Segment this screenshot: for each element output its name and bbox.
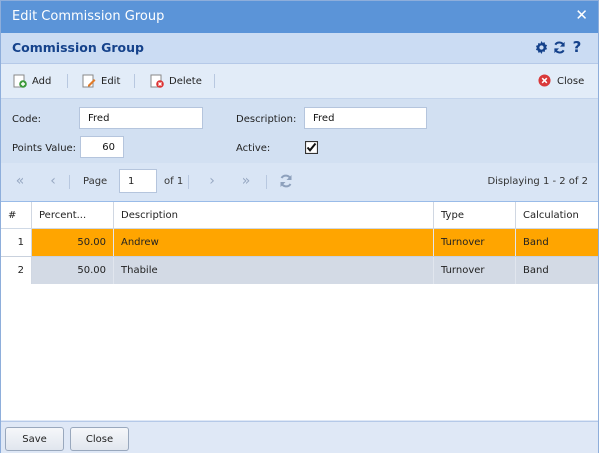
type-cell: Turnover: [434, 229, 516, 256]
column-header-calculation[interactable]: Calculation: [516, 202, 598, 228]
points-value-field[interactable]: 60: [80, 136, 124, 158]
window-title: Edit Commission Group: [12, 9, 165, 24]
panel-tools: ?: [534, 38, 584, 56]
first-page-icon[interactable]: «: [13, 174, 27, 188]
toolbar-separator: [214, 74, 215, 88]
edit-icon: [82, 74, 96, 88]
panel-header: Commission Group ?: [1, 33, 598, 64]
code-label: Code:: [12, 114, 41, 125]
add-button[interactable]: Add: [13, 73, 51, 89]
window-titlebar: Edit Commission Group ✕: [1, 1, 598, 33]
add-label: Add: [32, 75, 52, 87]
commission-group-form: Code: Fred Description: Fred Points Valu…: [1, 99, 598, 163]
edit-label: Edit: [101, 75, 121, 87]
close-button[interactable]: Close: [538, 73, 584, 89]
column-header-number[interactable]: #: [1, 202, 32, 228]
row-number: 2: [1, 257, 32, 284]
paging-toolbar: « ‹ Page 1 of 1 › » Displaying 1 - 2 of …: [1, 163, 598, 202]
column-header-description[interactable]: Description: [114, 202, 434, 228]
footer-close-button[interactable]: Close: [70, 427, 129, 451]
close-label: Close: [557, 75, 585, 87]
points-value-label: Points Value:: [12, 143, 77, 154]
description-cell: Andrew: [114, 229, 434, 256]
percent-cell: 50.00: [32, 229, 114, 256]
table-row[interactable]: 2 50.00 Thabile Turnover Band: [1, 256, 598, 284]
toolbar-separator: [67, 74, 68, 88]
last-page-icon[interactable]: »: [239, 174, 253, 188]
help-icon[interactable]: ?: [570, 38, 584, 56]
type-cell: Turnover: [434, 257, 516, 284]
pager-separator: [188, 175, 189, 189]
delete-button[interactable]: Delete: [150, 73, 202, 89]
display-count: Displaying 1 - 2 of 2: [487, 176, 588, 187]
percent-cell: 50.00: [32, 257, 114, 284]
pager-separator: [266, 175, 267, 189]
save-button[interactable]: Save: [5, 427, 64, 451]
code-field[interactable]: Fred: [79, 107, 203, 129]
description-field[interactable]: Fred: [304, 107, 427, 129]
page-count-label: of 1: [164, 176, 184, 187]
pager-separator: [69, 175, 70, 189]
edit-commission-group-window: Edit Commission Group ✕ Commission Group…: [0, 0, 599, 453]
refresh-grid-icon[interactable]: [279, 174, 293, 188]
close-circle-icon: [538, 74, 552, 88]
page-number-input[interactable]: 1: [119, 169, 157, 193]
calculation-cell: Band: [523, 237, 549, 248]
column-header-percent[interactable]: Percent...: [32, 202, 114, 228]
table-row[interactable]: 1 50.00 Andrew Turnover Band: [1, 229, 598, 256]
delete-icon: [150, 74, 164, 88]
column-header-type[interactable]: Type: [434, 202, 516, 228]
calculation-cell: Band: [523, 265, 549, 276]
prev-page-icon[interactable]: ‹: [46, 174, 60, 188]
toolbar-separator: [134, 74, 135, 88]
gear-icon[interactable]: [534, 39, 548, 55]
description-label: Description:: [236, 114, 297, 125]
panel-title: Commission Group: [12, 40, 144, 55]
description-cell: Thabile: [114, 257, 434, 284]
refresh-icon[interactable]: [552, 39, 566, 55]
footer-bar: Save Close: [1, 421, 598, 453]
commission-grid: # Percent... Description Type Calculatio…: [1, 202, 598, 420]
active-checkbox[interactable]: [304, 140, 319, 155]
active-label: Active:: [236, 143, 271, 154]
row-number: 1: [1, 229, 32, 256]
edit-button[interactable]: Edit: [82, 73, 120, 89]
window-close-icon[interactable]: ✕: [575, 6, 588, 24]
add-icon: [13, 74, 27, 88]
toolbar: Add Edit Delete Close: [1, 64, 598, 99]
grid-header: # Percent... Description Type Calculatio…: [1, 202, 598, 229]
delete-label: Delete: [169, 75, 202, 87]
page-label: Page: [83, 176, 108, 187]
next-page-icon[interactable]: ›: [205, 174, 219, 188]
